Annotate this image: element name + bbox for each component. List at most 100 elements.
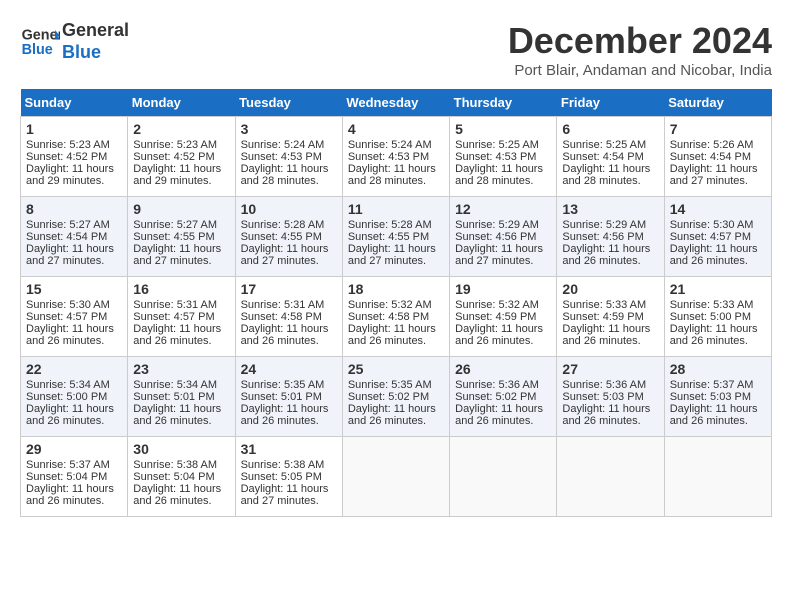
sunset-text: Sunset: 4:58 PM (348, 311, 429, 323)
sunrise-text: Sunrise: 5:23 AM (133, 139, 217, 151)
sunrise-text: Sunrise: 5:31 AM (241, 299, 325, 311)
day-number: 1 (26, 121, 122, 137)
day-number: 24 (241, 361, 337, 377)
daylight-text: Daylight: 11 hours and 26 minutes. (133, 483, 221, 507)
day-number: 7 (670, 121, 766, 137)
daylight-text: Daylight: 11 hours and 26 minutes. (26, 323, 114, 347)
sunrise-text: Sunrise: 5:27 AM (133, 219, 217, 231)
sunrise-text: Sunrise: 5:26 AM (670, 139, 754, 151)
day-number: 15 (26, 281, 122, 297)
daylight-text: Daylight: 11 hours and 26 minutes. (348, 323, 436, 347)
daylight-text: Daylight: 11 hours and 26 minutes. (133, 323, 221, 347)
day-number: 27 (562, 361, 658, 377)
table-row: 9Sunrise: 5:27 AMSunset: 4:55 PMDaylight… (128, 197, 235, 277)
sunrise-text: Sunrise: 5:36 AM (455, 379, 539, 391)
daylight-text: Daylight: 11 hours and 27 minutes. (26, 243, 114, 267)
sunrise-text: Sunrise: 5:33 AM (670, 299, 754, 311)
table-row: 11Sunrise: 5:28 AMSunset: 4:55 PMDayligh… (342, 197, 449, 277)
sunset-text: Sunset: 4:59 PM (455, 311, 536, 323)
sunset-text: Sunset: 4:55 PM (348, 231, 429, 243)
table-row: 12Sunrise: 5:29 AMSunset: 4:56 PMDayligh… (450, 197, 557, 277)
col-friday: Friday (557, 89, 664, 117)
table-row: 20Sunrise: 5:33 AMSunset: 4:59 PMDayligh… (557, 277, 664, 357)
calendar-week-row: 22Sunrise: 5:34 AMSunset: 5:00 PMDayligh… (21, 357, 772, 437)
day-number: 17 (241, 281, 337, 297)
daylight-text: Daylight: 11 hours and 29 minutes. (133, 163, 221, 187)
daylight-text: Daylight: 11 hours and 26 minutes. (348, 403, 436, 427)
sunrise-text: Sunrise: 5:28 AM (348, 219, 432, 231)
title-block: December 2024 Port Blair, Andaman and Ni… (508, 20, 772, 79)
calendar-week-row: 8Sunrise: 5:27 AMSunset: 4:54 PMDaylight… (21, 197, 772, 277)
day-number: 28 (670, 361, 766, 377)
table-row: 7Sunrise: 5:26 AMSunset: 4:54 PMDaylight… (664, 117, 771, 197)
table-row: 1Sunrise: 5:23 AMSunset: 4:52 PMDaylight… (21, 117, 128, 197)
sunrise-text: Sunrise: 5:29 AM (455, 219, 539, 231)
sunset-text: Sunset: 5:03 PM (562, 391, 643, 403)
day-number: 10 (241, 201, 337, 217)
col-wednesday: Wednesday (342, 89, 449, 117)
daylight-text: Daylight: 11 hours and 26 minutes. (562, 403, 650, 427)
day-number: 29 (26, 441, 122, 457)
logo: General Blue General Blue (20, 20, 129, 63)
sunset-text: Sunset: 4:53 PM (348, 151, 429, 163)
day-number: 11 (348, 201, 444, 217)
sunrise-text: Sunrise: 5:33 AM (562, 299, 646, 311)
daylight-text: Daylight: 11 hours and 26 minutes. (26, 483, 114, 507)
daylight-text: Daylight: 11 hours and 26 minutes. (133, 403, 221, 427)
daylight-text: Daylight: 11 hours and 28 minutes. (562, 163, 650, 187)
daylight-text: Daylight: 11 hours and 28 minutes. (348, 163, 436, 187)
daylight-text: Daylight: 11 hours and 27 minutes. (241, 243, 329, 267)
sunset-text: Sunset: 5:02 PM (455, 391, 536, 403)
calendar-week-row: 1Sunrise: 5:23 AMSunset: 4:52 PMDaylight… (21, 117, 772, 197)
sunset-text: Sunset: 4:57 PM (670, 231, 751, 243)
sunrise-text: Sunrise: 5:34 AM (133, 379, 217, 391)
sunrise-text: Sunrise: 5:23 AM (26, 139, 110, 151)
sunrise-text: Sunrise: 5:29 AM (562, 219, 646, 231)
calendar-table: Sunday Monday Tuesday Wednesday Thursday… (20, 89, 772, 517)
sunset-text: Sunset: 4:53 PM (241, 151, 322, 163)
logo-line2: Blue (62, 42, 129, 64)
day-number: 12 (455, 201, 551, 217)
table-row: 8Sunrise: 5:27 AMSunset: 4:54 PMDaylight… (21, 197, 128, 277)
table-row: 4Sunrise: 5:24 AMSunset: 4:53 PMDaylight… (342, 117, 449, 197)
daylight-text: Daylight: 11 hours and 26 minutes. (670, 323, 758, 347)
daylight-text: Daylight: 11 hours and 26 minutes. (670, 403, 758, 427)
table-row: 10Sunrise: 5:28 AMSunset: 4:55 PMDayligh… (235, 197, 342, 277)
sunset-text: Sunset: 5:03 PM (670, 391, 751, 403)
sunset-text: Sunset: 4:55 PM (133, 231, 214, 243)
day-number: 23 (133, 361, 229, 377)
table-row: 5Sunrise: 5:25 AMSunset: 4:53 PMDaylight… (450, 117, 557, 197)
table-row (450, 437, 557, 517)
daylight-text: Daylight: 11 hours and 28 minutes. (241, 163, 329, 187)
table-row: 21Sunrise: 5:33 AMSunset: 5:00 PMDayligh… (664, 277, 771, 357)
col-monday: Monday (128, 89, 235, 117)
table-row: 17Sunrise: 5:31 AMSunset: 4:58 PMDayligh… (235, 277, 342, 357)
col-sunday: Sunday (21, 89, 128, 117)
sunset-text: Sunset: 4:54 PM (562, 151, 643, 163)
table-row: 18Sunrise: 5:32 AMSunset: 4:58 PMDayligh… (342, 277, 449, 357)
sunset-text: Sunset: 4:56 PM (455, 231, 536, 243)
day-number: 6 (562, 121, 658, 137)
col-thursday: Thursday (450, 89, 557, 117)
sunrise-text: Sunrise: 5:24 AM (348, 139, 432, 151)
sunrise-text: Sunrise: 5:31 AM (133, 299, 217, 311)
table-row: 24Sunrise: 5:35 AMSunset: 5:01 PMDayligh… (235, 357, 342, 437)
day-number: 5 (455, 121, 551, 137)
table-row: 14Sunrise: 5:30 AMSunset: 4:57 PMDayligh… (664, 197, 771, 277)
daylight-text: Daylight: 11 hours and 26 minutes. (562, 323, 650, 347)
calendar-header-row: Sunday Monday Tuesday Wednesday Thursday… (21, 89, 772, 117)
table-row: 15Sunrise: 5:30 AMSunset: 4:57 PMDayligh… (21, 277, 128, 357)
daylight-text: Daylight: 11 hours and 26 minutes. (562, 243, 650, 267)
day-number: 18 (348, 281, 444, 297)
table-row: 13Sunrise: 5:29 AMSunset: 4:56 PMDayligh… (557, 197, 664, 277)
table-row: 22Sunrise: 5:34 AMSunset: 5:00 PMDayligh… (21, 357, 128, 437)
day-number: 26 (455, 361, 551, 377)
table-row: 29Sunrise: 5:37 AMSunset: 5:04 PMDayligh… (21, 437, 128, 517)
table-row: 28Sunrise: 5:37 AMSunset: 5:03 PMDayligh… (664, 357, 771, 437)
day-number: 19 (455, 281, 551, 297)
sunset-text: Sunset: 4:52 PM (133, 151, 214, 163)
month-title: December 2024 (508, 20, 772, 62)
logo-line1: General (62, 20, 129, 42)
table-row: 30Sunrise: 5:38 AMSunset: 5:04 PMDayligh… (128, 437, 235, 517)
day-number: 2 (133, 121, 229, 137)
